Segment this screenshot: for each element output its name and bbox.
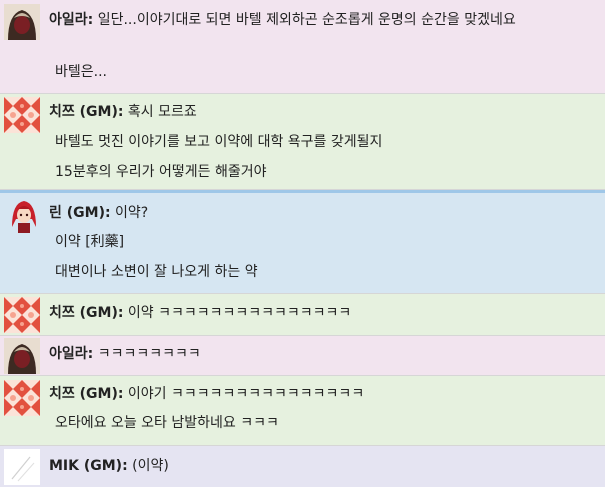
message-line: 15분후의 우리가 어떻게든 해줄거야 (55, 164, 267, 180)
message-text: 이약? (115, 205, 149, 221)
sketch-avatar[interactable] (4, 449, 40, 485)
chat-message: 치쯔 (GM): 이약 ㅋㅋㅋㅋㅋㅋㅋㅋㅋㅋㅋㅋㅋㅋㅋ (0, 294, 605, 336)
message-header-line: 아일라: 일단...이야기대로 되면 바텔 제외하곤 순조롭게 운명의 순간을 … (49, 10, 593, 30)
message-text: 일단...이야기대로 되면 바텔 제외하곤 순조롭게 운명의 순간을 맞겠네요 (97, 12, 516, 28)
message-text: 혹시 모르죠 (127, 104, 197, 120)
chat-message: 치쯔 (GM): 이야기 ㅋㅋㅋㅋㅋㅋㅋㅋㅋㅋㅋㅋㅋㅋㅋ 오타에요 오늘 오타 … (0, 376, 605, 446)
message-text: (이약) (132, 458, 169, 474)
message-header-line: 치쯔 (GM): 이야기 ㅋㅋㅋㅋㅋㅋㅋㅋㅋㅋㅋㅋㅋㅋㅋ (49, 384, 593, 404)
red-haired-girl-avatar[interactable] (6, 197, 42, 233)
message-line: 오타에요 오늘 오타 남발하네요 ㅋㅋㅋ (55, 415, 279, 431)
chat-log: 아일라: 일단...이야기대로 되면 바텔 제외하곤 순조롭게 운명의 순간을 … (0, 0, 605, 487)
red-pattern-avatar[interactable] (4, 297, 40, 333)
message-line: 대변이나 소변이 잘 나오게 하는 약 (55, 264, 258, 280)
speaker-name: 아일라: (49, 346, 94, 362)
message-header-line: MIK (GM): (이약) (49, 456, 593, 476)
chat-message: MIK (GM): (이약) (0, 446, 605, 487)
chat-message: 아일라: ㅋㅋㅋㅋㅋㅋㅋㅋ (0, 336, 605, 376)
chat-message: 린 (GM): 이약? 이약 [利藥] 대변이나 소변이 잘 나오게 하는 약 (0, 190, 605, 294)
speaker-name: 치쯔 (GM): (49, 305, 124, 321)
message-header-line: 치쯔 (GM): 혹시 모르죠 (49, 102, 593, 122)
chat-message: 치쯔 (GM): 혹시 모르죠 바텔도 멋진 이야기를 보고 이약에 대학 욕구… (0, 94, 605, 190)
message-header-line: 치쯔 (GM): 이약 ㅋㅋㅋㅋㅋㅋㅋㅋㅋㅋㅋㅋㅋㅋㅋ (49, 303, 593, 323)
message-line: 바텔은... (55, 64, 107, 80)
message-text: 이야기 ㅋㅋㅋㅋㅋㅋㅋㅋㅋㅋㅋㅋㅋㅋㅋ (127, 386, 365, 402)
message-line: 바텔도 멋진 이야기를 보고 이약에 대학 욕구를 갖게될지 (55, 134, 383, 150)
message-header-line: 린 (GM): 이약? (49, 203, 593, 223)
hooded-figure-avatar[interactable] (4, 338, 40, 374)
speaker-name: 치쯔 (GM): (49, 104, 124, 120)
red-pattern-avatar[interactable] (4, 97, 40, 133)
speaker-name: 아일라: (49, 12, 94, 28)
message-header-line: 아일라: ㅋㅋㅋㅋㅋㅋㅋㅋ (49, 344, 593, 364)
message-text: 이약 ㅋㅋㅋㅋㅋㅋㅋㅋㅋㅋㅋㅋㅋㅋㅋ (127, 305, 352, 321)
red-pattern-avatar[interactable] (4, 380, 40, 416)
speaker-name: 치쯔 (GM): (49, 386, 124, 402)
hooded-figure-avatar[interactable] (4, 4, 40, 40)
message-line: 이약 [利藥] (55, 234, 125, 250)
speaker-name: MIK (GM): (49, 458, 128, 474)
chat-message: 아일라: 일단...이야기대로 되면 바텔 제외하곤 순조롭게 운명의 순간을 … (0, 0, 605, 94)
speaker-name: 린 (GM): (49, 205, 111, 221)
message-text: ㅋㅋㅋㅋㅋㅋㅋㅋ (97, 346, 201, 362)
